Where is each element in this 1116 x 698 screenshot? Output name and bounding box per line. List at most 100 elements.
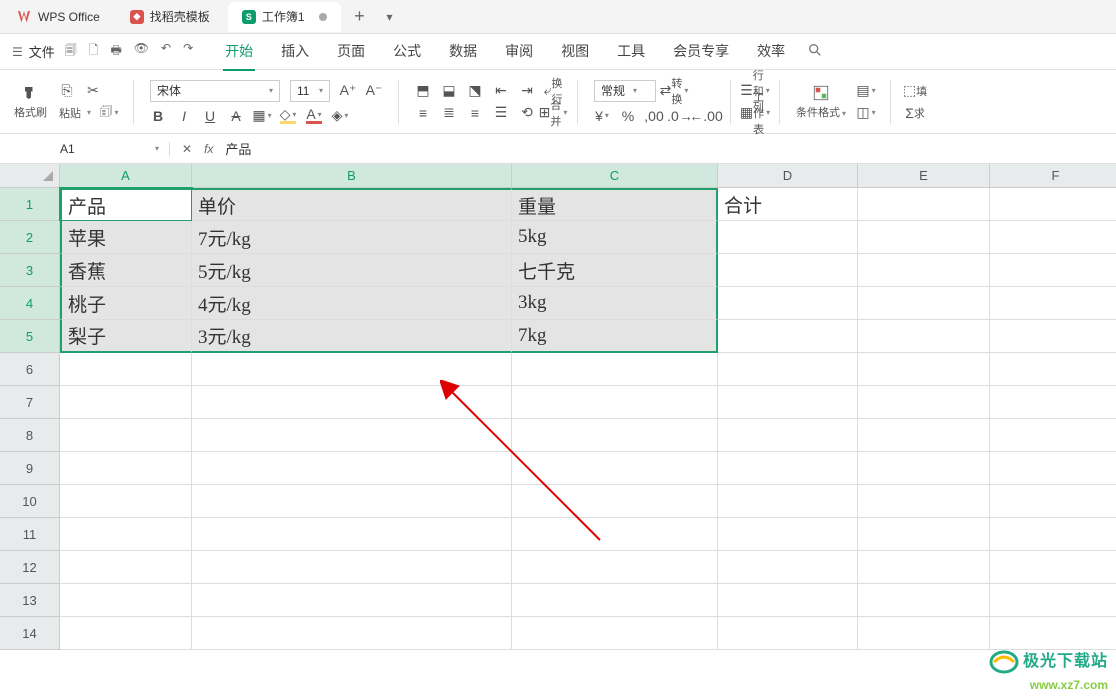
align-center-icon[interactable]: ≣ (441, 105, 457, 121)
row-header-1[interactable]: 1 (0, 188, 60, 221)
cell[interactable] (192, 452, 512, 485)
cell[interactable] (512, 353, 718, 386)
cell[interactable] (60, 419, 192, 452)
cell[interactable] (990, 452, 1116, 485)
cell[interactable] (192, 419, 512, 452)
cell[interactable] (718, 617, 858, 650)
cell-D2[interactable] (718, 221, 858, 254)
row-header-9[interactable]: 9 (0, 452, 60, 485)
redo-icon[interactable]: ↷ (183, 41, 193, 62)
cell-E5[interactable] (858, 320, 990, 353)
size-select[interactable]: 11▾ (290, 80, 330, 102)
fx-icon[interactable]: fx (204, 142, 213, 156)
align-bottom-icon[interactable]: ⬔ (467, 83, 483, 99)
cell[interactable] (990, 386, 1116, 419)
cell-B3[interactable]: 5元/kg (192, 254, 512, 287)
row-header-3[interactable]: 3 (0, 254, 60, 287)
cell[interactable] (60, 353, 192, 386)
font-select[interactable]: 宋体▾ (150, 80, 280, 102)
cell[interactable] (990, 518, 1116, 551)
percent-icon[interactable]: % (620, 108, 636, 124)
name-box[interactable]: A1 ▾ (50, 142, 170, 156)
underline-icon[interactable]: U (202, 108, 218, 124)
cell-C3[interactable]: 七千克 (512, 254, 718, 287)
cell[interactable] (192, 584, 512, 617)
menu-file[interactable]: 文件 (29, 42, 55, 61)
increase-decimal-icon[interactable]: ←.00 (698, 108, 714, 124)
tab-templates[interactable]: ◆ 找稻壳模板 (116, 2, 224, 32)
col-header-D[interactable]: D (718, 164, 858, 188)
row-header-4[interactable]: 4 (0, 287, 60, 320)
cell[interactable] (60, 584, 192, 617)
tab-data[interactable]: 数据 (447, 33, 479, 71)
cell-F5[interactable] (990, 320, 1116, 353)
font-color-icon[interactable]: A▾ (306, 108, 322, 124)
table-style-icon[interactable]: ▤▾ (858, 83, 874, 99)
convert-button[interactable]: ⇄转换▾ (666, 83, 682, 99)
tab-member[interactable]: 会员专享 (671, 33, 731, 71)
cell-A4[interactable]: 桃子 (60, 287, 192, 320)
cell[interactable] (512, 551, 718, 584)
tab-efficiency[interactable]: 效率 (755, 33, 787, 71)
spreadsheet-grid[interactable]: A B C D E F 1 产品 单价 重量 合计 2 苹果 7元/kg 5kg… (0, 164, 1116, 650)
cell[interactable] (192, 386, 512, 419)
col-header-E[interactable]: E (858, 164, 990, 188)
cell[interactable] (858, 419, 990, 452)
sum-button[interactable]: Σ求 (907, 105, 923, 121)
cell-B2[interactable]: 7元/kg (192, 221, 512, 254)
cell[interactable] (990, 551, 1116, 584)
border-icon[interactable]: ▦▾ (254, 108, 270, 124)
cell-F1[interactable] (990, 188, 1116, 221)
paste-button[interactable]: 粘贴▾ (59, 105, 91, 121)
worksheet-button[interactable]: ▦工作表▾ (747, 105, 763, 121)
cell[interactable] (192, 518, 512, 551)
cell[interactable] (990, 584, 1116, 617)
tab-start[interactable]: 开始 (223, 33, 255, 71)
cell[interactable] (858, 617, 990, 650)
clipboard-icon[interactable]: 🗊▾ (101, 105, 117, 121)
align-top-icon[interactable]: ⬒ (415, 83, 431, 99)
cell-F3[interactable] (990, 254, 1116, 287)
tab-view[interactable]: 视图 (559, 33, 591, 71)
format-painter-button[interactable]: 格式刷 (14, 84, 47, 120)
cell[interactable] (858, 584, 990, 617)
cell[interactable] (718, 353, 858, 386)
row-header-7[interactable]: 7 (0, 386, 60, 419)
cell[interactable] (512, 584, 718, 617)
col-header-A[interactable]: A (60, 164, 192, 188)
clear-format-icon[interactable]: ◈▾ (332, 108, 348, 124)
cell[interactable] (512, 485, 718, 518)
row-header-10[interactable]: 10 (0, 485, 60, 518)
cell[interactable] (60, 518, 192, 551)
cell-D3[interactable] (718, 254, 858, 287)
cell-A2[interactable]: 苹果 (60, 221, 192, 254)
cell[interactable] (60, 485, 192, 518)
row-header-14[interactable]: 14 (0, 617, 60, 650)
merge-button[interactable]: ⊞合并▾ (545, 105, 561, 121)
cell[interactable] (718, 419, 858, 452)
cond-format-button[interactable]: 条件格式▾ (796, 84, 846, 120)
tab-insert[interactable]: 插入 (279, 33, 311, 71)
cell[interactable] (858, 551, 990, 584)
save-icon[interactable]: 🗐 (65, 41, 77, 62)
cell[interactable] (858, 452, 990, 485)
bold-icon[interactable]: B (150, 108, 166, 124)
cell-A1[interactable]: 产品 (60, 188, 192, 221)
row-header-13[interactable]: 13 (0, 584, 60, 617)
cell[interactable] (718, 551, 858, 584)
undo-icon[interactable]: ↶ (161, 41, 171, 62)
cell[interactable] (858, 353, 990, 386)
col-header-C[interactable]: C (512, 164, 718, 188)
cell-D4[interactable] (718, 287, 858, 320)
row-header-5[interactable]: 5 (0, 320, 60, 353)
cell-B4[interactable]: 4元/kg (192, 287, 512, 320)
italic-icon[interactable]: I (176, 108, 192, 124)
cell-F4[interactable] (990, 287, 1116, 320)
cell-C2[interactable]: 5kg (512, 221, 718, 254)
justify-icon[interactable]: ☰ (493, 105, 509, 121)
tab-review[interactable]: 审阅 (503, 33, 535, 71)
number-format-select[interactable]: 常规▾ (594, 80, 656, 102)
new-tab-button[interactable]: + (345, 6, 375, 27)
cell-E2[interactable] (858, 221, 990, 254)
cell[interactable] (990, 353, 1116, 386)
